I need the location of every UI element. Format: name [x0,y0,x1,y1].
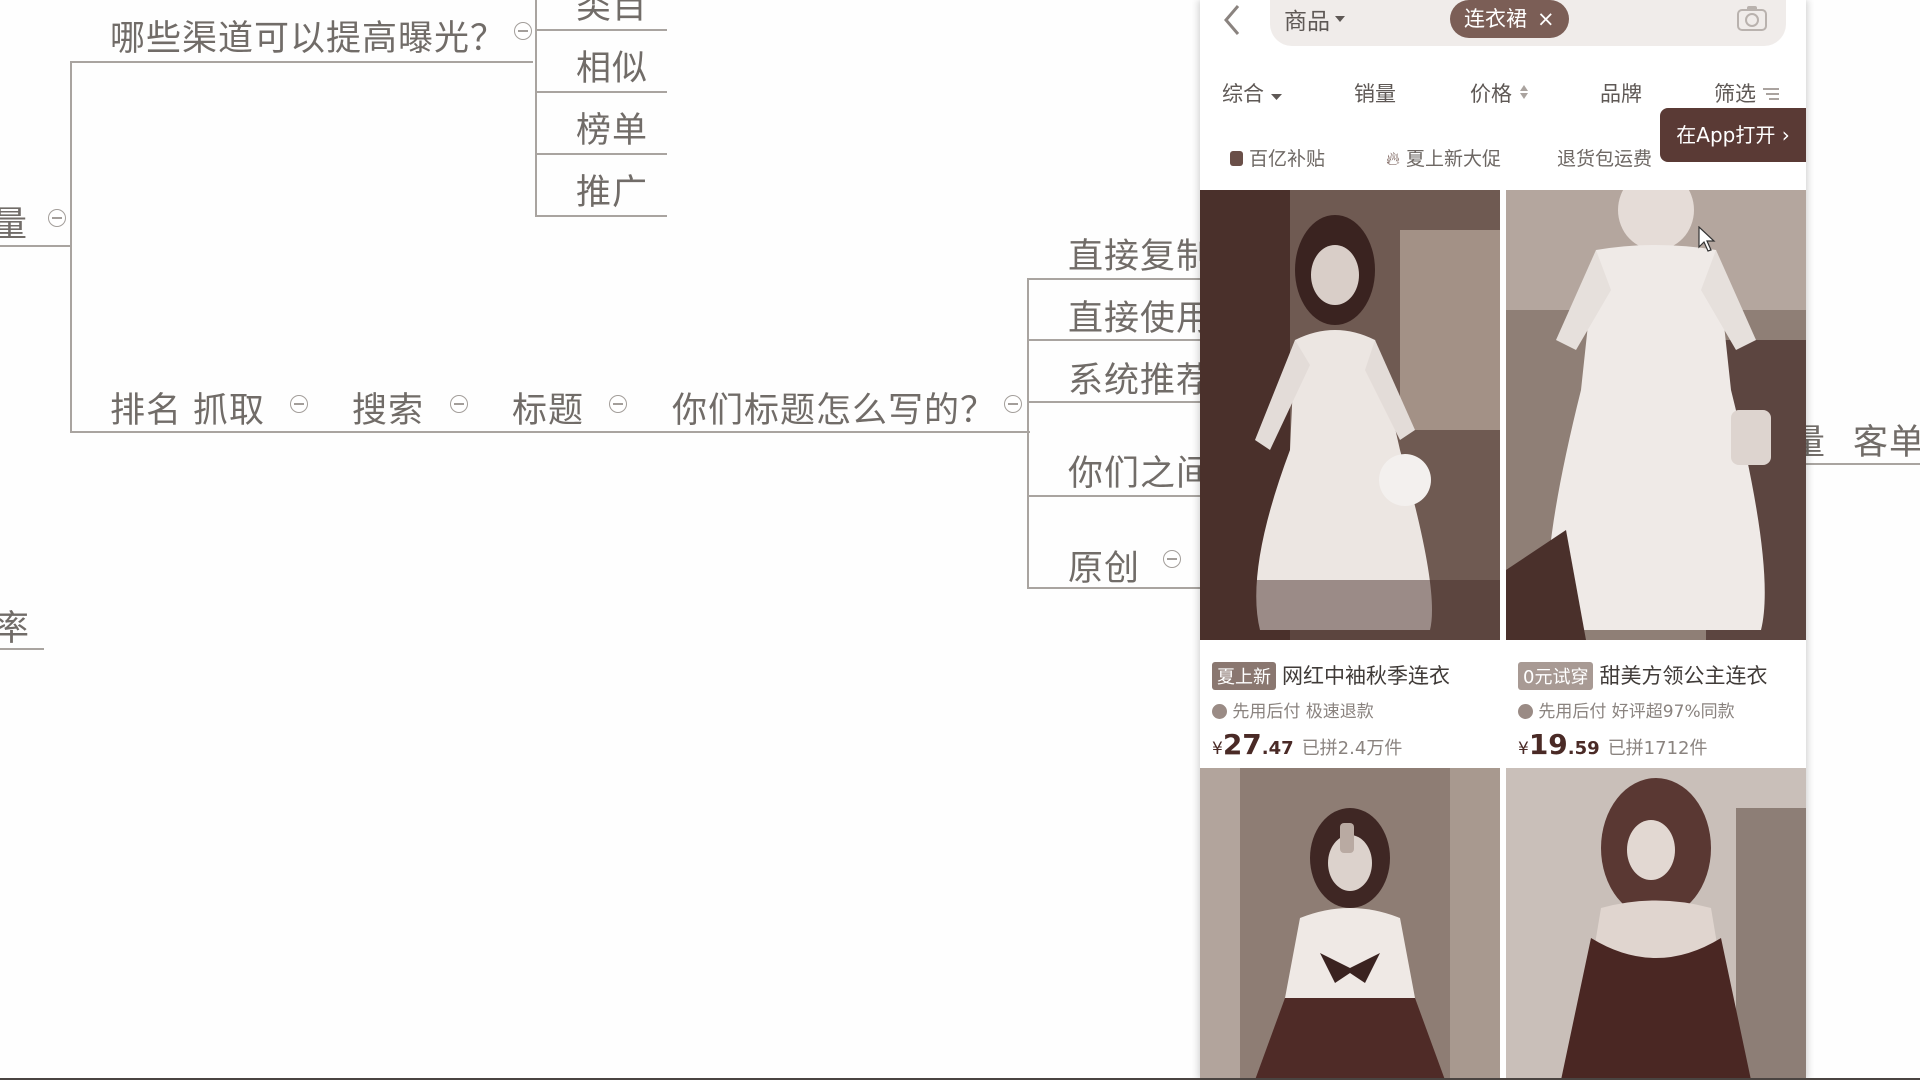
product-card[interactable] [1200,768,1500,1080]
node-channel-ranking[interactable]: 榜单 [576,102,648,153]
product-badge: 夏上新 [1212,662,1276,690]
search-chip[interactable]: 连衣裙 × [1450,0,1569,38]
promo-free-return-label: 退货包运费 [1557,148,1653,170]
node-chain-rank[interactable]: 排名 [110,382,182,433]
node-method-system[interactable]: 系统推荐 [1068,352,1212,403]
caret-down-icon [1335,16,1345,22]
sold-count: 已拼1712件 [1607,738,1708,759]
open-in-app-button[interactable]: 在App打开 › [1660,108,1806,162]
product-card[interactable] [1506,768,1806,1080]
product-price: ¥19.59 已拼1712件 [1518,728,1708,761]
fire-icon: 🔥︎ [1386,148,1400,170]
collapse-icon[interactable] [609,395,627,413]
product-image[interactable] [1506,190,1806,640]
node-method-copy[interactable]: 直接复制 [1068,228,1212,279]
collapse-icon[interactable] [290,395,308,413]
product-image[interactable] [1506,768,1806,1080]
promo-free-return[interactable]: 退货包运费 [1557,144,1652,171]
price-integer: 19 [1528,728,1568,761]
collapse-icon[interactable] [48,209,66,227]
node-channel-category[interactable]: 类目 [576,0,648,29]
product-image[interactable] [1200,190,1500,640]
product-card[interactable]: 0元试穿 甜美方领公主连衣 先用后付 好评超97%同款 ¥19.59 已拼1712件 [1506,190,1806,765]
sold-count: 已拼2.4万件 [1301,738,1403,759]
node-title-question[interactable]: 你们标题怎么写的？ [672,382,996,433]
search-chip-label: 连衣裙 [1464,7,1527,31]
product-tags: 先用后付 好评超97%同款 [1518,697,1735,722]
product-card[interactable]: 夏上新 网红中袖秋季连衣 先用后付 极速退款 ¥27.47 已拼2.4万件 [1200,190,1500,765]
collapse-icon[interactable] [1163,550,1181,568]
dress-photo-illustration [1200,190,1500,640]
product-badge: 0元试穿 [1518,662,1594,690]
search-category-label: 商品 [1284,9,1330,35]
price-decimal: .47 [1261,738,1294,759]
collapse-icon[interactable] [514,22,532,40]
filter-icon [1762,88,1779,100]
pay-later-icon [1212,704,1227,719]
tab-price[interactable]: 价格 [1470,78,1529,108]
product-title: 甜美方领公主连衣 [1599,664,1768,688]
node-exposure-question[interactable]: 哪些渠道可以提高曝光？ [110,10,506,61]
tab-price-label: 价格 [1470,82,1512,106]
node-method-original[interactable]: 原创 [1068,540,1140,591]
tab-brand[interactable]: 品牌 [1600,78,1642,108]
mouse-cursor-icon [1698,226,1716,252]
product-title: 网红中袖秋季连衣 [1282,664,1450,688]
price-currency: ¥ [1212,739,1223,759]
collapse-icon[interactable] [450,395,468,413]
phone-preview: 商品 连衣裙 × 综合 销量 价格 品牌 筛选 百亿补贴 🔥︎ 夏上新大促 退货… [1200,0,1806,1080]
node-left-edge-bottom[interactable]: 率 [0,600,30,651]
dress-photo-illustration [1506,190,1806,640]
caret-down-icon [1270,94,1282,100]
chevron-right-icon: › [1781,123,1790,147]
promo-summer-sale-label: 夏上新大促 [1406,148,1502,170]
tab-comprehensive[interactable]: 综合 [1222,78,1282,108]
tab-sales[interactable]: 销量 [1354,78,1396,108]
product-title-row: 夏上新 网红中袖秋季连衣 [1212,660,1500,690]
dress-photo-illustration [1506,768,1806,1080]
collapse-icon[interactable] [1004,395,1022,413]
chip-close-icon[interactable]: × [1537,0,1555,38]
tab-comprehensive-label: 综合 [1222,82,1264,106]
node-chain-crawl[interactable]: 抓取 [193,382,265,433]
bag-icon [1230,151,1243,166]
product-tags-text: 先用后付 极速退款 [1232,702,1374,722]
node-left-edge-top[interactable]: 量 [0,196,28,247]
product-image[interactable] [1200,768,1500,1080]
camera-icon[interactable] [1736,5,1768,33]
tab-sales-label: 销量 [1354,82,1396,106]
tab-filter-label: 筛选 [1714,82,1756,106]
price-integer: 27 [1222,728,1262,761]
node-channel-similar[interactable]: 相似 [576,40,648,91]
node-method-use[interactable]: 直接使用 [1068,290,1212,341]
node-method-between[interactable]: 你们之间 [1068,445,1212,496]
search-bar[interactable]: 商品 连衣裙 × [1270,0,1786,46]
promo-subsidy[interactable]: 百亿补贴 [1230,144,1325,171]
open-in-app-label: 在App打开 [1676,123,1776,147]
promo-subsidy-label: 百亿补贴 [1249,148,1326,170]
promo-summer-sale[interactable]: 🔥︎ 夏上新大促 [1386,144,1501,171]
node-chain-title[interactable]: 标题 [512,382,584,433]
search-category-select[interactable]: 商品 [1284,2,1346,36]
price-currency: ¥ [1518,739,1529,759]
sort-arrows-icon [1519,85,1528,99]
product-price: ¥27.47 已拼2.4万件 [1212,728,1402,761]
node-channel-promotion[interactable]: 推广 [576,164,648,215]
tab-filter[interactable]: 筛选 [1714,78,1779,108]
back-arrow-icon[interactable] [1220,2,1246,38]
tab-brand-label: 品牌 [1600,82,1642,106]
price-decimal: .59 [1567,738,1600,759]
product-title-row: 0元试穿 甜美方领公主连衣 [1518,660,1806,690]
dress-photo-illustration [1200,768,1500,1080]
product-tags: 先用后付 极速退款 [1212,697,1374,722]
product-tags-text: 先用后付 好评超97%同款 [1538,702,1735,722]
pay-later-icon [1518,704,1533,719]
node-chain-search[interactable]: 搜索 [352,382,424,433]
node-right-edge-b[interactable]: 客单 [1853,414,1920,465]
